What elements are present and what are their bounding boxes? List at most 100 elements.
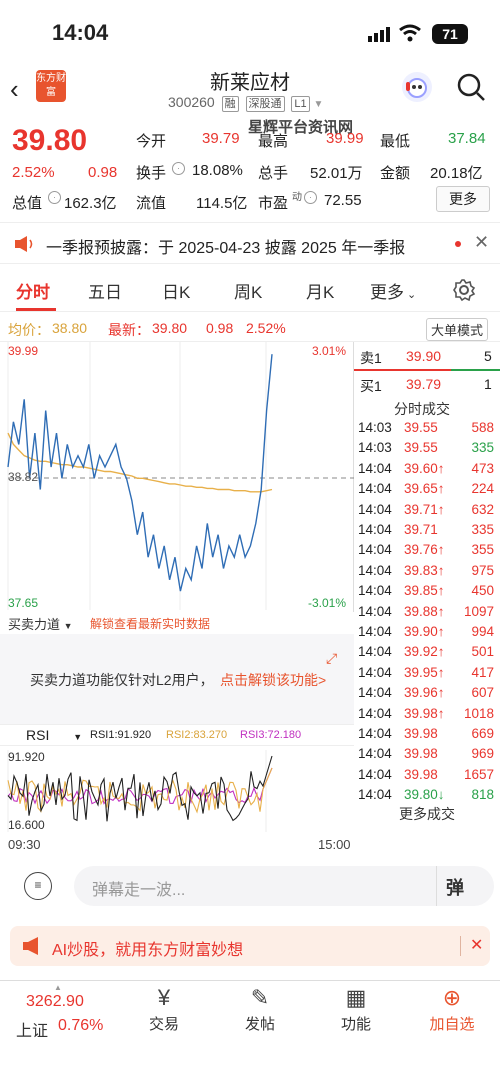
trade-price: 39.92↑ [404, 644, 445, 660]
time-axis: 09:30 15:00 [0, 834, 354, 856]
trade-row: 14:04 39.95↑ 417 [354, 663, 500, 683]
ask-label: 卖1 [360, 350, 382, 366]
unlock-link[interactable]: 解锁查看最新实时数据 [90, 615, 210, 632]
rsi-axis-top: 91.920 [8, 750, 45, 764]
stock-code: 300260 [168, 94, 215, 110]
axis-bottom-price: 37.65 [8, 596, 39, 610]
power-dropdown[interactable]: 买卖力道 ▼ [8, 614, 73, 633]
trade-row: 14:04 39.98↑ 1018 [354, 704, 500, 724]
turnover-label: 换手 [136, 165, 167, 182]
info-icon[interactable]: · [172, 162, 185, 175]
megaphone-icon [22, 936, 44, 961]
tab-weekly-k[interactable]: 周K [234, 278, 262, 303]
close-icon[interactable]: ✕ [470, 935, 483, 955]
rsi-dropdown[interactable]: RSI ▼ [26, 727, 82, 743]
avg-price-line [7, 432, 273, 493]
status-time: 14:04 [52, 20, 109, 45]
more-button[interactable]: 更多 [436, 186, 490, 212]
assistant-avatar-icon[interactable] [400, 70, 434, 109]
chevron-down-icon[interactable]: ▼ [314, 99, 324, 110]
speaker-icon [14, 235, 36, 258]
price-line [7, 354, 273, 592]
trade-row: 14:04 39.96↑ 607 [354, 683, 500, 703]
trade-time: 14:04 [358, 746, 392, 762]
trade-volume: 669 [471, 726, 494, 741]
tab-more[interactable]: 更多 ⌄ [370, 278, 416, 303]
axis-mid-price: 38.82 [8, 470, 39, 484]
ask-bar [354, 369, 451, 371]
big-order-mode-button[interactable]: 大单模式 [426, 318, 489, 341]
ask-volume: 5 [484, 348, 492, 364]
tag-margin: 融 [221, 96, 239, 112]
trade-price: 39.65↑ [404, 481, 445, 497]
intraday-chart[interactable]: 39.99 37.65 38.82 3.01% -3.01% [0, 342, 354, 612]
intraday-chart-svg [7, 342, 354, 610]
trade-row: 14:04 39.92↑ 501 [354, 642, 500, 662]
trade-price: 39.96↑ [404, 685, 445, 701]
danmu-bar: ≡ 弹幕走一波... 弹 [0, 862, 500, 910]
l2-message: 买卖力道功能仅针对L2用户， [30, 672, 214, 688]
nav-post[interactable]: ✎ 发帖 [220, 983, 300, 1034]
rsi-panel[interactable]: RSI ▼ RSI1:91.920 RSI2:83.270 RSI3:72.18… [0, 724, 354, 834]
more-trades-button[interactable]: 更多成交 [354, 804, 500, 824]
high-label: 最高 [258, 133, 289, 150]
trade-time: 14:04 [358, 562, 392, 578]
ask-price: 39.90 [406, 348, 442, 364]
grid-icon: ▦ [345, 985, 367, 1010]
rsi-dropdown-label: RSI [26, 727, 50, 743]
trade-volume: 224 [471, 481, 494, 497]
ai-promo-banner[interactable]: AI炒股，就用东方财富妙想 ✕ [10, 926, 490, 966]
rsi1-value: RSI1:91.920 [90, 729, 152, 741]
ai-promo-text: AI炒股，就用东方财富妙想 [52, 942, 244, 959]
current-price: 39.80 [12, 124, 88, 157]
tab-monthly-k[interactable]: 月K [306, 278, 334, 303]
mktcap-label: 总值 [12, 195, 43, 212]
trade-price: 39.98 [404, 726, 438, 741]
tab-five-day[interactable]: 五日 [88, 278, 122, 303]
tab-intraday[interactable]: 分时 [16, 278, 50, 303]
tab-daily-k[interactable]: 日K [162, 278, 190, 303]
nav-functions-label: 功能 [340, 1016, 371, 1033]
trade-volume: 994 [471, 624, 494, 639]
danmu-placeholder: 弹幕走一波... [92, 882, 186, 899]
announcement-text: 一季报预披露：于 2025-04-23 披露 2025 年一季报 [46, 240, 406, 257]
close-icon[interactable]: ✕ [474, 232, 489, 253]
danmu-list-icon[interactable]: ≡ [24, 872, 52, 900]
nav-add-watchlist[interactable]: ⊕ 加自选 [412, 983, 492, 1034]
trade-price: 39.90↑ [404, 624, 445, 639]
index-ticker[interactable]: ▲ 3262.90 上证 0.76% [16, 981, 126, 1041]
nav-post-label: 发帖 [244, 1016, 275, 1033]
l2-unlock-link[interactable]: 点击解锁该功能> [220, 670, 326, 690]
trade-row: 14:04 39.83↑ 975 [354, 561, 500, 581]
stock-header: ‹ 东方财富 新莱应材 300260 融 深股通 L1 ▼ 星辉平台资讯网 [0, 62, 500, 136]
announcement-bar[interactable]: 一季报预披露：于 2025-04-23 披露 2025 年一季报 ✕ [0, 222, 500, 264]
trade-time: 14:04 [358, 705, 392, 721]
danmu-toggle-button[interactable]: 弹 [446, 874, 464, 900]
info-icon[interactable]: · [48, 191, 61, 204]
expand-icon[interactable]: ⤢ [326, 650, 337, 667]
bid-volume: 1 [484, 376, 492, 392]
tag-level: L1 [291, 96, 310, 112]
danmu-input[interactable]: 弹幕走一波... 弹 [74, 866, 494, 906]
settings-icon[interactable] [452, 278, 476, 307]
trade-price: 39.55 [404, 440, 438, 456]
trade-volume: 607 [471, 685, 494, 701]
trade-volume: 969 [471, 746, 494, 762]
trade-volume: 588 [471, 420, 494, 435]
trade-time: 14:04 [358, 583, 392, 599]
trade-volume: 818 [471, 787, 494, 803]
trade-volume: 355 [471, 542, 494, 558]
trade-time: 14:04 [358, 664, 392, 680]
trade-volume: 335 [471, 440, 494, 456]
trade-time: 14:03 [358, 440, 392, 456]
low-label: 最低 [380, 133, 411, 150]
trade-price: 39.71 [404, 522, 438, 537]
search-icon[interactable] [456, 72, 486, 107]
trade-row: 14:04 39.88↑ 1097 [354, 602, 500, 622]
nav-trade[interactable]: ¥ 交易 [124, 983, 204, 1034]
battery-icon: 71 [432, 24, 468, 44]
trade-volume: 975 [471, 562, 494, 578]
rsi-chart-svg [7, 750, 273, 832]
info-icon[interactable]: · [304, 191, 317, 204]
nav-functions[interactable]: ▦ 功能 [316, 983, 396, 1034]
